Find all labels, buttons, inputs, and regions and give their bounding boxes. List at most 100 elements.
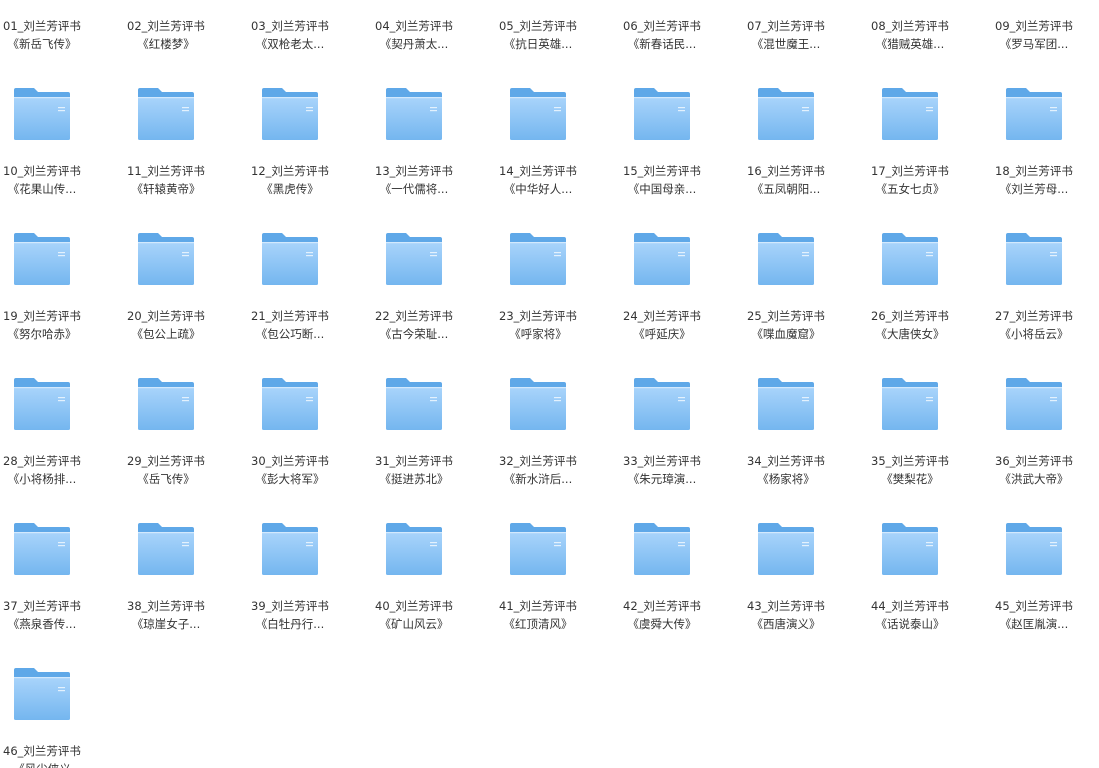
folder-subtitle: 《中华好人... <box>503 182 573 196</box>
folder-item[interactable]: 39_刘兰芳评书 《白牡丹行... <box>228 597 352 633</box>
folder-item[interactable]: 06_刘兰芳评书 《新春话民... <box>600 17 724 53</box>
folder-item[interactable]: 04_刘兰芳评书 《契丹萧太... <box>352 17 476 53</box>
folder-icon[interactable] <box>881 522 939 576</box>
folder-item[interactable]: 46_刘兰芳评书《风尘侠义 <box>0 742 104 768</box>
folder-item[interactable]: 40_刘兰芳评书 《矿山风云》 <box>352 597 476 633</box>
folder-item[interactable]: 34_刘兰芳评书 《杨家将》 <box>724 452 848 488</box>
folder-item[interactable]: 05_刘兰芳评书 《抗日英雄... <box>476 17 600 53</box>
folder-item[interactable]: 37_刘兰芳评书 《燕泉香传... <box>0 597 104 633</box>
folder-name: 44_刘兰芳评书 <box>871 599 949 613</box>
folder-icon[interactable] <box>13 667 71 721</box>
folder-icon[interactable] <box>385 377 443 431</box>
folder-icon[interactable] <box>509 377 567 431</box>
folder-item[interactable]: 10_刘兰芳评书 《花果山传... <box>0 162 104 198</box>
folder-item[interactable]: 07_刘兰芳评书 《混世魔王... <box>724 17 848 53</box>
folder-subtitle: 《彭大将军》 <box>255 472 325 486</box>
folder-icon[interactable] <box>13 522 71 576</box>
folder-item[interactable]: 20_刘兰芳评书 《包公上疏》 <box>104 307 228 343</box>
folder-icon[interactable] <box>137 522 195 576</box>
folder-name: 05_刘兰芳评书 <box>499 19 577 33</box>
folder-item[interactable]: 22_刘兰芳评书 《古今荣耻... <box>352 307 476 343</box>
folder-item[interactable]: 18_刘兰芳评书 《刘兰芳母... <box>972 162 1096 198</box>
folder-icon[interactable] <box>757 232 815 286</box>
folder-item[interactable]: 30_刘兰芳评书 《彭大将军》 <box>228 452 352 488</box>
folder-item[interactable]: 44_刘兰芳评书 《话说泰山》 <box>848 597 972 633</box>
folder-icon[interactable] <box>633 87 691 141</box>
folder-icon[interactable] <box>137 377 195 431</box>
folder-item[interactable]: 02_刘兰芳评书 《红楼梦》 <box>104 17 228 53</box>
folder-item[interactable]: 45_刘兰芳评书 《赵匡胤演... <box>972 597 1096 633</box>
folder-subtitle: 《喋血魔窟》 <box>751 327 821 341</box>
folder-item[interactable]: 26_刘兰芳评书 《大唐侠女》 <box>848 307 972 343</box>
folder-item[interactable]: 43_刘兰芳评书 《西唐演义》 <box>724 597 848 633</box>
folder-item[interactable]: 27_刘兰芳评书 《小将岳云》 <box>972 307 1096 343</box>
folder-icon[interactable] <box>633 377 691 431</box>
folder-item[interactable]: 36_刘兰芳评书 《洪武大帝》 <box>972 452 1096 488</box>
folder-icon[interactable] <box>385 87 443 141</box>
folder-item[interactable]: 17_刘兰芳评书 《五女七贞》 <box>848 162 972 198</box>
folder-icon[interactable] <box>509 522 567 576</box>
folder-item[interactable]: 23_刘兰芳评书 《呼家将》 <box>476 307 600 343</box>
folder-icon[interactable] <box>137 87 195 141</box>
folder-subtitle: 《岳飞传》 <box>137 472 195 486</box>
folder-icon[interactable] <box>13 377 71 431</box>
folder-subtitle: 《风尘侠义 <box>0 760 104 768</box>
folder-icon[interactable] <box>385 232 443 286</box>
folder-icon[interactable] <box>137 232 195 286</box>
folder-item[interactable]: 29_刘兰芳评书 《岳飞传》 <box>104 452 228 488</box>
folder-item[interactable]: 32_刘兰芳评书 《新水浒后... <box>476 452 600 488</box>
folder-item[interactable]: 33_刘兰芳评书 《朱元璋演... <box>600 452 724 488</box>
folder-subtitle: 《朱元璋演... <box>627 472 697 486</box>
folder-icon[interactable] <box>385 522 443 576</box>
folder-item[interactable]: 24_刘兰芳评书 《呼延庆》 <box>600 307 724 343</box>
folder-name: 10_刘兰芳评书 <box>3 164 81 178</box>
folder-item[interactable]: 28_刘兰芳评书 《小将杨排... <box>0 452 104 488</box>
folder-subtitle: 《五凤朝阳... <box>751 182 821 196</box>
folder-item[interactable]: 12_刘兰芳评书 《黑虎传》 <box>228 162 352 198</box>
folder-icon[interactable] <box>757 377 815 431</box>
folder-item[interactable]: 03_刘兰芳评书 《双枪老太... <box>228 17 352 53</box>
folder-item[interactable]: 13_刘兰芳评书 《一代儒将... <box>352 162 476 198</box>
folder-item[interactable]: 09_刘兰芳评书 《罗马军团... <box>972 17 1096 53</box>
folder-item[interactable]: 19_刘兰芳评书 《努尔哈赤》 <box>0 307 104 343</box>
folder-icon[interactable] <box>261 522 319 576</box>
folder-icon[interactable] <box>757 87 815 141</box>
folder-item[interactable]: 14_刘兰芳评书 《中华好人... <box>476 162 600 198</box>
folder-name: 17_刘兰芳评书 <box>871 164 949 178</box>
folder-icon[interactable] <box>261 377 319 431</box>
folder-icon[interactable] <box>509 232 567 286</box>
folder-icon[interactable] <box>757 522 815 576</box>
folder-item[interactable]: 25_刘兰芳评书 《喋血魔窟》 <box>724 307 848 343</box>
folder-item[interactable]: 42_刘兰芳评书 《虞舜大传》 <box>600 597 724 633</box>
folder-icon[interactable] <box>1005 232 1063 286</box>
folder-icon[interactable] <box>1005 377 1063 431</box>
folder-icon[interactable] <box>881 87 939 141</box>
folder-subtitle: 《燕泉香传... <box>7 617 77 631</box>
folder-item[interactable]: 31_刘兰芳评书 《挺进苏北》 <box>352 452 476 488</box>
folder-icon[interactable] <box>261 232 319 286</box>
folder-item[interactable]: 41_刘兰芳评书 《红顶清风》 <box>476 597 600 633</box>
folder-item[interactable]: 38_刘兰芳评书 《琼崖女子... <box>104 597 228 633</box>
folder-item[interactable]: 11_刘兰芳评书 《轩辕黄帝》 <box>104 162 228 198</box>
folder-subtitle: 《西唐演义》 <box>751 617 821 631</box>
folder-icon[interactable] <box>1005 87 1063 141</box>
folder-name: 21_刘兰芳评书 <box>251 309 329 323</box>
folder-icon[interactable] <box>633 522 691 576</box>
folder-icon[interactable] <box>881 232 939 286</box>
folder-icon[interactable] <box>13 87 71 141</box>
folder-icon[interactable] <box>881 377 939 431</box>
folder-item[interactable]: 35_刘兰芳评书 《樊梨花》 <box>848 452 972 488</box>
folder-item[interactable]: 16_刘兰芳评书 《五凤朝阳... <box>724 162 848 198</box>
folder-subtitle: 《樊梨花》 <box>881 472 939 486</box>
folder-item[interactable]: 01_刘兰芳评书 《新岳飞传》 <box>0 17 104 53</box>
folder-icon[interactable] <box>261 87 319 141</box>
folder-item[interactable]: 21_刘兰芳评书 《包公巧断... <box>228 307 352 343</box>
folder-icon[interactable] <box>13 232 71 286</box>
folder-icon[interactable] <box>1005 522 1063 576</box>
folder-icon[interactable] <box>509 87 567 141</box>
folder-icon[interactable] <box>633 232 691 286</box>
folder-item[interactable]: 15_刘兰芳评书 《中国母亲... <box>600 162 724 198</box>
folder-subtitle: 《红楼梦》 <box>137 37 195 51</box>
folder-subtitle: 《琼崖女子... <box>131 617 201 631</box>
folder-item[interactable]: 08_刘兰芳评书 《猎贼英雄... <box>848 17 972 53</box>
